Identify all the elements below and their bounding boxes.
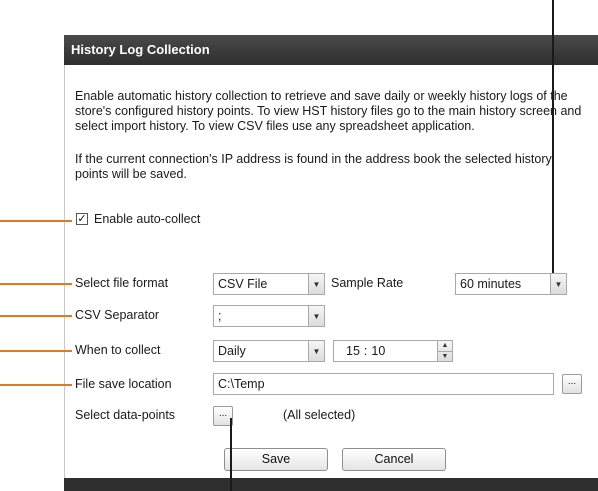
callout-line-file-save-location bbox=[0, 384, 72, 386]
chevron-down-icon[interactable]: ▼ bbox=[308, 306, 324, 326]
callout-line-when-to-collect bbox=[0, 350, 72, 352]
csv-separator-dropdown[interactable]: ; ▼ bbox=[213, 305, 325, 327]
time-hour[interactable]: 15 bbox=[338, 341, 360, 361]
browse-folder-button[interactable]: ... bbox=[562, 374, 582, 394]
when-to-collect-label: When to collect bbox=[75, 343, 161, 357]
file-format-value: CSV File bbox=[218, 277, 268, 291]
checkmark-icon: ✓ bbox=[77, 213, 87, 225]
callout-line-file-format bbox=[0, 283, 72, 285]
sample-rate-dropdown[interactable]: 60 minutes ▼ bbox=[455, 273, 567, 295]
dialog-title: History Log Collection bbox=[64, 35, 598, 65]
data-points-status: (All selected) bbox=[283, 408, 356, 422]
time-separator: : bbox=[363, 344, 368, 358]
spin-down-icon[interactable]: ▼ bbox=[438, 350, 452, 362]
callout-line-sample-rate bbox=[552, 0, 554, 273]
chevron-down-icon[interactable]: ▼ bbox=[308, 341, 324, 361]
csv-separator-label: CSV Separator bbox=[75, 308, 160, 322]
auto-collect-checkbox[interactable]: ✓ bbox=[76, 213, 88, 225]
time-minute[interactable]: 10 bbox=[371, 341, 385, 361]
file-format-dropdown[interactable]: CSV File ▼ bbox=[213, 273, 325, 295]
auto-collect-label[interactable]: Enable auto-collect bbox=[94, 212, 200, 226]
file-save-location-input[interactable]: C:\Temp bbox=[213, 373, 554, 395]
callout-line-auto-collect bbox=[0, 220, 72, 222]
csv-separator-value: ; bbox=[218, 309, 222, 323]
time-spinner[interactable]: ▲ ▼ bbox=[437, 340, 453, 362]
address-book-note: If the current connection's IP address i… bbox=[75, 152, 552, 181]
file-save-location-label: File save location bbox=[75, 377, 172, 391]
data-points-label: Select data-points bbox=[75, 408, 176, 422]
dialog-footer-bar bbox=[64, 478, 598, 491]
sample-rate-value: 60 minutes bbox=[460, 277, 522, 291]
description-paragraph: Enable automatic history collection to r… bbox=[75, 89, 582, 133]
callout-line-csv-separator bbox=[0, 315, 72, 317]
cancel-button[interactable]: Cancel bbox=[342, 448, 446, 471]
save-button[interactable]: Save bbox=[224, 448, 328, 471]
callout-line-data-points bbox=[230, 418, 232, 491]
file-format-label: Select file format bbox=[75, 276, 169, 290]
spin-up-icon[interactable]: ▲ bbox=[438, 341, 452, 351]
chevron-down-icon[interactable]: ▼ bbox=[550, 274, 566, 294]
chevron-down-icon[interactable]: ▼ bbox=[308, 274, 324, 294]
collect-frequency-value: Daily bbox=[218, 344, 246, 358]
collect-frequency-dropdown[interactable]: Daily ▼ bbox=[213, 340, 325, 362]
sample-rate-label: Sample Rate bbox=[331, 276, 404, 290]
collect-time-field[interactable]: 15 : 10 bbox=[333, 340, 453, 362]
